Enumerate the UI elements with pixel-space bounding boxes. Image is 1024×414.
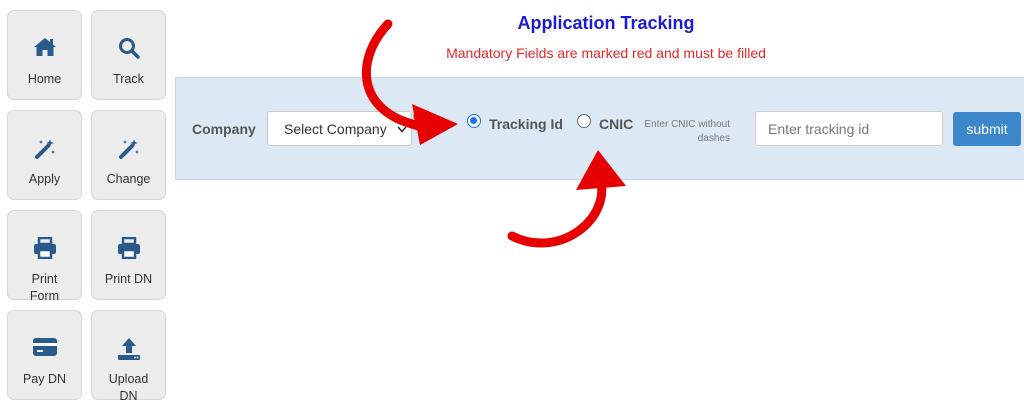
company-select[interactable]: Select Company xyxy=(267,111,412,146)
credit-card-icon xyxy=(32,338,57,356)
sidebar-item-print-dn[interactable]: Print DN xyxy=(91,210,166,300)
sidebar-item-upload-dn[interactable]: Upload DN xyxy=(91,310,166,403)
magic-wand-icon xyxy=(118,139,139,159)
page-title: Application Tracking xyxy=(517,13,695,33)
mandatory-notice: Mandatory Fields are marked red and must… xyxy=(446,45,766,61)
tracking-id-radio[interactable] xyxy=(467,114,481,128)
sidebar-item-label: Upload DN xyxy=(108,372,149,403)
sidebar-item-home[interactable]: Home xyxy=(7,10,82,100)
upload-icon xyxy=(117,338,140,360)
sidebar-item-print-form[interactable]: Print Form xyxy=(7,210,82,303)
sidebar-item-label: Home xyxy=(27,72,62,86)
printer-icon xyxy=(33,237,56,259)
submit-button[interactable]: submit xyxy=(953,112,1021,146)
sidebar-item-label: Print Form xyxy=(29,272,60,303)
tracking-form-panel: Company Select Company Tracking Id CNIC … xyxy=(175,77,1024,180)
sidebar-item-label: Change xyxy=(106,172,151,186)
home-icon xyxy=(33,38,56,56)
sidebar-item-track[interactable]: Track xyxy=(91,10,166,100)
company-select-value: Select Company xyxy=(284,121,387,137)
cnic-radio[interactable] xyxy=(577,114,591,128)
cnic-label: CNIC xyxy=(599,116,634,132)
search-icon xyxy=(118,38,140,59)
tracking-id-input[interactable] xyxy=(755,111,943,146)
magic-wand-icon xyxy=(34,139,55,159)
sidebar-item-label: Apply xyxy=(28,172,61,186)
sidebar-item-change[interactable]: Change xyxy=(91,110,166,200)
tracking-id-label: Tracking Id xyxy=(489,116,563,132)
sidebar-item-apply[interactable]: Apply xyxy=(7,110,82,200)
company-label: Company xyxy=(192,121,256,137)
sidebar-item-label: Print DN xyxy=(104,272,153,286)
sidebar-item-pay-dn[interactable]: Pay DN xyxy=(7,310,82,400)
cnic-hint: Enter CNIC without dashes xyxy=(644,119,730,144)
sidebar-item-label: Pay DN xyxy=(22,372,67,386)
chevron-down-icon xyxy=(397,126,407,133)
sidebar-item-label: Track xyxy=(113,72,144,86)
printer-icon xyxy=(117,237,140,259)
